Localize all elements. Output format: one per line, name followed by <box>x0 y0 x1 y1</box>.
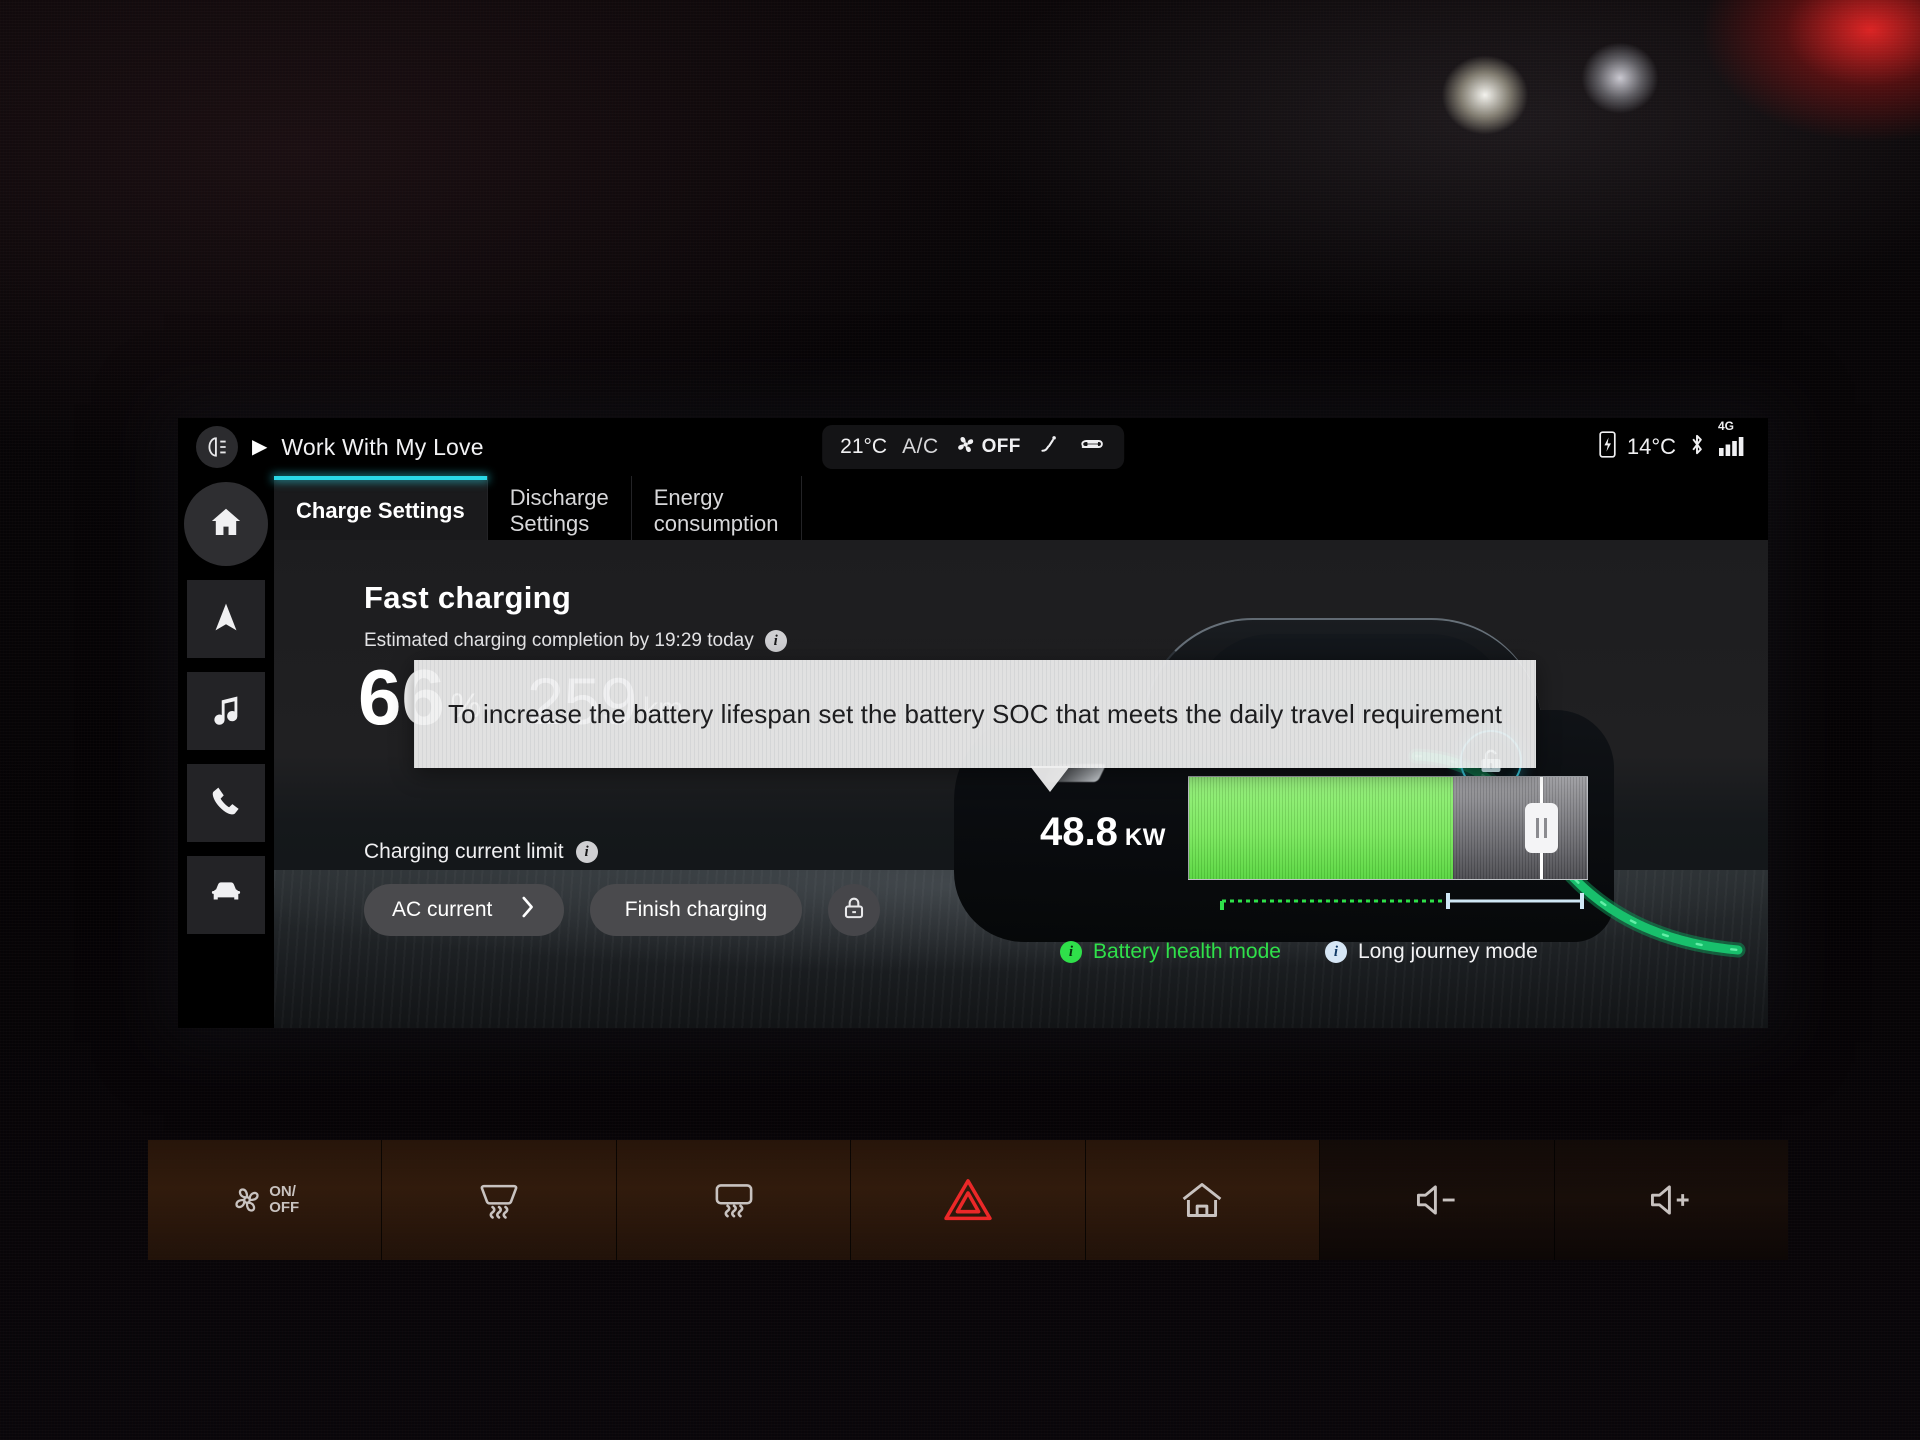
network-type-label: 4G <box>1718 418 1735 433</box>
sidebar-item-navigation[interactable] <box>187 580 265 658</box>
seat-heat-icon[interactable] <box>1036 432 1061 463</box>
hazard-triangle-icon <box>943 1177 993 1223</box>
info-icon: i <box>1324 941 1347 963</box>
tab-charge-settings[interactable]: Charge Settings <box>274 476 488 540</box>
console-button-fan-onoff[interactable]: ON/ OFF <box>148 1140 383 1260</box>
ac-current-label: AC current <box>392 898 493 921</box>
volume-down-icon <box>1413 1180 1461 1220</box>
sidebar-item-vehicle[interactable] <box>187 856 265 934</box>
battery-gauge: 48.8 KW <box>1040 768 1600 928</box>
info-icon: i <box>1060 941 1082 963</box>
front-defrost-icon <box>476 1179 522 1221</box>
charging-estimate-label: Estimated charging completion by 19:29 t… <box>364 630 754 651</box>
music-note-icon <box>209 692 243 731</box>
console-button-hazard[interactable] <box>851 1140 1086 1260</box>
charge-mode-legend: i Battery health mode i Long journey mod… <box>1060 940 1538 964</box>
info-tooltip[interactable]: To increase the battery lifespan set the… <box>414 660 1536 768</box>
ac-toggle[interactable]: A/C <box>902 435 939 459</box>
charging-estimate: Estimated charging completion by 19:29 t… <box>364 630 787 652</box>
charge-settings-panel: Fast charging Estimated charging complet… <box>274 540 1768 1028</box>
outside-temperature: 14°C <box>1626 434 1676 459</box>
signal-bars-icon: 4G <box>1718 419 1748 463</box>
finish-charging-button[interactable]: Finish charging <box>590 884 802 936</box>
battery-charging-icon <box>1599 430 1616 464</box>
fan-icon <box>954 432 979 463</box>
info-icon[interactable]: i <box>764 630 787 652</box>
phone-icon <box>209 784 243 823</box>
legend-battery-health-mode[interactable]: i Battery health mode <box>1060 940 1281 964</box>
car-icon <box>208 875 244 916</box>
charging-current-limit: Charging current limit i <box>364 840 598 864</box>
media-status[interactable]: ▶ Work With My Love <box>196 426 484 468</box>
sidebar-item-media[interactable] <box>187 672 265 750</box>
fan-onoff-label-bottom: OFF <box>269 1199 300 1216</box>
tab-bar: Charge Settings Discharge Settings Energ… <box>274 476 1768 540</box>
console-button-volume-up[interactable] <box>1554 1140 1788 1260</box>
navigation-arrow-icon <box>209 600 243 639</box>
power-unit: KW <box>1124 824 1167 851</box>
range-scale <box>1220 893 1584 910</box>
cabin-temperature[interactable]: 21°C <box>840 435 887 459</box>
climate-bar[interactable]: 21°C A/C OFF <box>822 425 1124 469</box>
console-button-rear-defrost[interactable] <box>617 1140 852 1260</box>
sidebar-item-home[interactable] <box>184 482 268 566</box>
legend-long-journey-label: Long journey mode <box>1357 940 1538 963</box>
fan-state-label: OFF <box>981 436 1021 457</box>
info-tooltip-text: To increase the battery lifespan set the… <box>447 698 1503 729</box>
console-button-volume-down[interactable] <box>1320 1140 1555 1260</box>
console-button-home[interactable] <box>1086 1140 1321 1260</box>
info-tooltip-pointer <box>1030 766 1070 792</box>
soc-target-slider-handle[interactable] <box>1524 777 1558 879</box>
home-icon <box>208 504 244 545</box>
charging-current-limit-label: Charging current limit <box>364 840 564 863</box>
media-title: Work With My Love <box>281 433 484 460</box>
tab-energy-consumption[interactable]: Energy consumption <box>632 476 802 540</box>
status-bar: ▶ Work With My Love 21°C A/C OFF 14°C 4G <box>178 418 1768 476</box>
battery-bar-fill <box>1189 777 1453 879</box>
legend-battery-health-label: Battery health mode <box>1093 940 1281 963</box>
app-sidebar <box>178 476 274 1028</box>
hardware-button-console: ON/ OFF <box>148 1140 1788 1260</box>
power-value: 48.8 <box>1040 810 1118 854</box>
play-icon[interactable]: ▶ <box>252 437 267 457</box>
charge-lock-icon <box>841 895 867 926</box>
chevron-right-icon <box>520 895 536 925</box>
legend-long-journey-mode[interactable]: i Long journey mode <box>1324 940 1538 964</box>
charging-power: 48.8 KW <box>1040 810 1166 855</box>
battery-bar[interactable] <box>1188 776 1588 880</box>
rear-defrost-icon <box>711 1179 757 1221</box>
tab-discharge-settings[interactable]: Discharge Settings <box>488 476 632 540</box>
fan-onoff-icon: ON/ OFF <box>230 1183 299 1217</box>
system-status: 14°C 4G <box>1599 418 1748 476</box>
ac-current-button[interactable]: AC current <box>364 884 564 936</box>
info-icon[interactable]: i <box>575 841 598 863</box>
fan-onoff-label-top: ON/ <box>269 1183 296 1201</box>
headlight-icon[interactable] <box>196 426 238 468</box>
charge-lock-button[interactable] <box>828 884 880 936</box>
rear-defog-icon[interactable] <box>1076 432 1106 463</box>
home-outline-icon <box>1179 1179 1225 1221</box>
volume-up-icon <box>1647 1180 1695 1220</box>
fan-status[interactable]: OFF <box>954 432 1021 463</box>
page-title: Fast charging <box>364 580 572 615</box>
action-button-row: AC current Finish charging <box>364 884 880 936</box>
sidebar-item-phone[interactable] <box>187 764 265 842</box>
console-button-front-defrost[interactable] <box>382 1140 617 1260</box>
finish-charging-label: Finish charging <box>624 898 768 921</box>
bluetooth-icon <box>1687 431 1707 464</box>
